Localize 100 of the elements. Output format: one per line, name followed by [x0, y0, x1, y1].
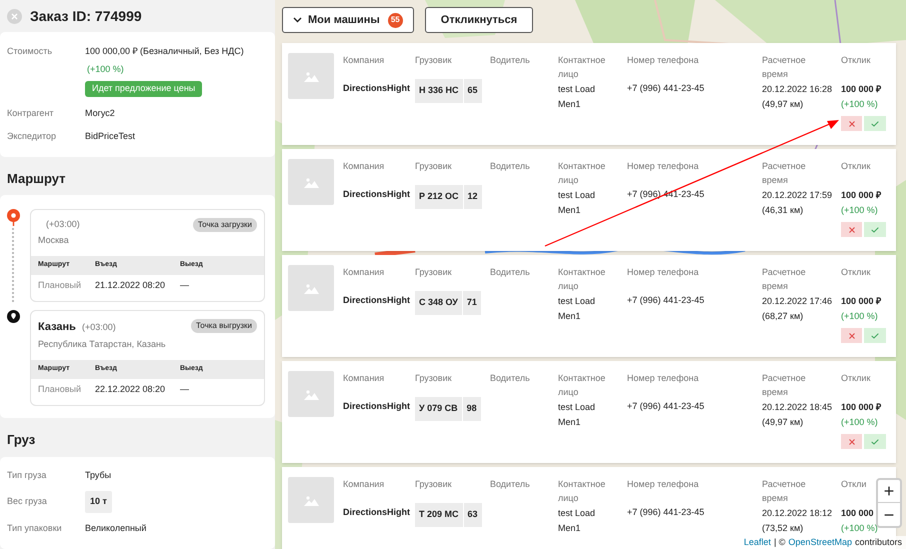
phone-number: +7 (996) 441-23-45	[627, 82, 706, 95]
distance-text: (46,31 км)	[762, 204, 804, 217]
phone-number: +7 (996) 441-23-45	[627, 400, 706, 413]
respond-button[interactable]: Откликнуться	[424, 7, 534, 33]
accept-button[interactable]	[864, 222, 886, 237]
contact-name: test Load Men1	[558, 295, 596, 323]
section-title: Груз	[6, 431, 36, 449]
column-header: Контактное лицо	[558, 372, 606, 399]
checkmark-icon	[871, 332, 879, 338]
plate-number: У 079 СВ	[415, 397, 462, 420]
phone-number: +7 (996) 441-23-45	[627, 188, 706, 201]
close-button[interactable]	[7, 8, 22, 24]
column-header: Компания	[343, 372, 384, 385]
column-header: Контактное лицо	[558, 266, 606, 293]
plate-number: Р 212 ОС	[415, 185, 463, 208]
column-header: Расчетное время	[762, 160, 807, 187]
price-text: 100 000 ₽	[841, 295, 882, 308]
contact-name: test Load Men1	[558, 189, 596, 217]
column-header: Номер телефона	[627, 160, 699, 173]
plate-region: 71	[462, 291, 481, 314]
city-name: Казань	[38, 320, 76, 335]
close-icon	[848, 438, 854, 444]
column-header: Номер телефона	[627, 478, 699, 491]
column-header: Компания	[343, 266, 384, 279]
image-placeholder-icon	[288, 371, 334, 417]
reject-button[interactable]	[841, 116, 862, 131]
close-icon	[848, 120, 854, 126]
column-header: Грузовик	[415, 160, 452, 173]
column-header: Номер телефона	[627, 54, 699, 67]
checkmark-icon	[871, 120, 879, 126]
percent-text: (+100 %)	[841, 522, 878, 535]
column-header: Контактное лицо	[558, 160, 606, 187]
zoom-in-button[interactable]: +	[878, 480, 900, 503]
field-value: BidPriceTest	[85, 130, 136, 143]
company-name: DirectionsHight	[343, 506, 412, 519]
stop-type-badge: Точка выгрузки	[191, 319, 257, 333]
column-header: Расчетное время	[762, 266, 807, 293]
distance-text: (68,27 км)	[762, 310, 804, 323]
column-header: Грузовик	[415, 54, 452, 67]
image-placeholder-icon	[288, 265, 334, 311]
table-cell-text: —	[180, 383, 190, 396]
reject-button[interactable]	[841, 434, 862, 449]
table-cell-text: 22.12.2022 08:20	[95, 383, 166, 396]
count-badge: 55	[388, 12, 403, 28]
close-icon	[848, 226, 854, 232]
order-title: Заказ ID: 774999	[30, 6, 142, 26]
column-header: Водитель	[490, 54, 530, 67]
accept-button[interactable]	[864, 116, 886, 131]
column-header: Водитель	[490, 160, 530, 173]
contact-name: test Load Men1	[558, 507, 596, 535]
checkmark-icon	[871, 226, 879, 232]
table-cell-text: Плановый	[38, 279, 82, 292]
column-header: Расчетное время	[762, 54, 807, 81]
company-name: DirectionsHight	[343, 82, 412, 95]
price-text: 100 000 ₽	[841, 189, 882, 202]
accept-button[interactable]	[864, 434, 886, 449]
arrival-time: 20.12.2022 18:12	[762, 507, 834, 520]
openstreetmap-link[interactable]: OpenStreetMap	[788, 536, 852, 549]
plate-region: 12	[464, 185, 482, 208]
column-header: Откли	[841, 478, 866, 491]
column-header: Номер телефона	[627, 372, 699, 385]
reject-button[interactable]	[841, 222, 862, 237]
vehicles-dropdown-button[interactable]: Мои машины 55	[282, 7, 414, 33]
price-text: 100 000 ₽	[841, 401, 882, 414]
field-label: Вес груза	[7, 495, 48, 508]
zoom-out-button[interactable]: −	[878, 503, 900, 526]
field-value: Могус2	[85, 106, 115, 120]
percent-text: (+100 %)	[841, 204, 878, 217]
percent-text: (+100 %)	[841, 98, 878, 111]
column-header: Номер телефона	[627, 266, 699, 279]
status-badge: Идет предложение цены	[85, 81, 202, 96]
field-label: Контрагент	[7, 106, 55, 120]
field-value: Великолепный	[85, 522, 146, 534]
field-label: Тип упаковки	[7, 522, 63, 535]
arrival-time: 20.12.2022 18:45	[762, 401, 834, 414]
chevron-down-icon	[293, 17, 302, 23]
column-header: Водитель	[490, 266, 530, 279]
column-header: Контактное лицо	[558, 54, 606, 81]
arrival-time: 20.12.2022 17:46	[762, 295, 834, 308]
percent-text: (+100 %)	[87, 62, 124, 76]
distance-text: (73,52 км)	[762, 522, 804, 535]
field-value: 100 000,00 ₽ (Безналичный, Без НДС)	[85, 45, 244, 58]
close-icon	[848, 332, 854, 338]
plate-number: С 348 ОУ	[415, 291, 462, 314]
accept-button[interactable]	[864, 328, 886, 343]
address-text: Москва	[38, 234, 70, 246]
column-header: Контактное лицо	[558, 478, 606, 505]
column-header: Расчетное время	[762, 372, 807, 399]
column-header: Отклик	[841, 160, 870, 173]
image-placeholder-icon	[288, 159, 334, 205]
company-name: DirectionsHight	[343, 400, 412, 413]
field-label: Тип груза	[7, 468, 48, 482]
attribution-separator: | ©	[774, 536, 786, 549]
column-header: Компания	[343, 160, 384, 173]
phone-number: +7 (996) 441-23-45	[627, 294, 706, 307]
leaflet-link[interactable]: Leaflet	[744, 536, 771, 549]
reject-button[interactable]	[841, 328, 862, 343]
location-pin-icon	[6, 209, 20, 226]
contact-name: test Load Men1	[558, 83, 596, 111]
address-text: Республика Татарстан, Казань	[38, 338, 166, 351]
